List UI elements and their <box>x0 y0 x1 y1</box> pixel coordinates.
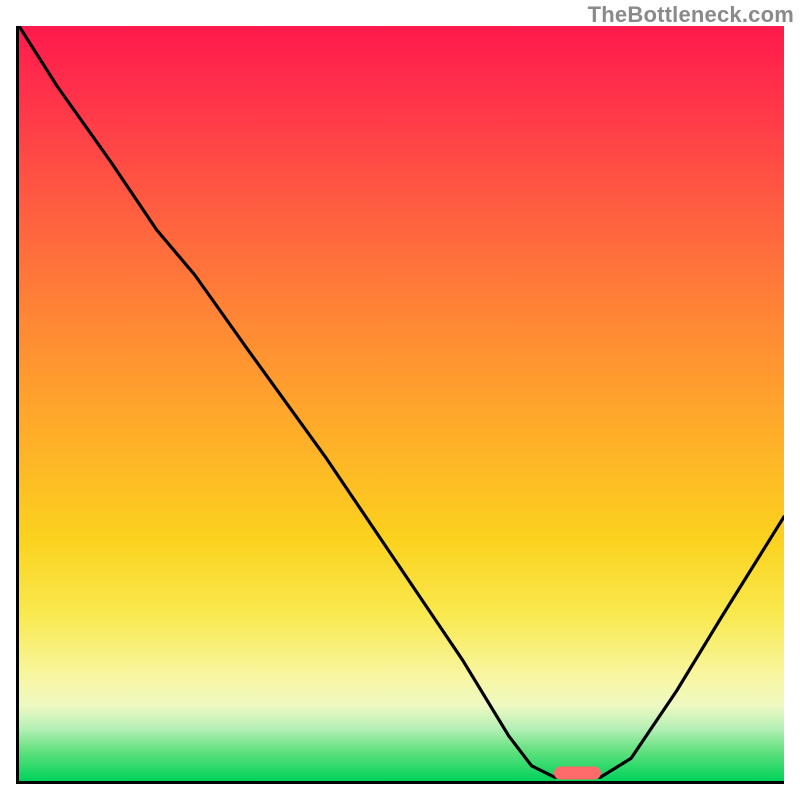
optimal-marker <box>555 767 601 779</box>
chart-container: TheBottleneck.com <box>0 0 800 800</box>
plot-area <box>16 26 784 784</box>
line-overlay <box>19 26 784 781</box>
bottleneck-curve <box>19 26 784 777</box>
watermark-text: TheBottleneck.com <box>588 2 794 28</box>
